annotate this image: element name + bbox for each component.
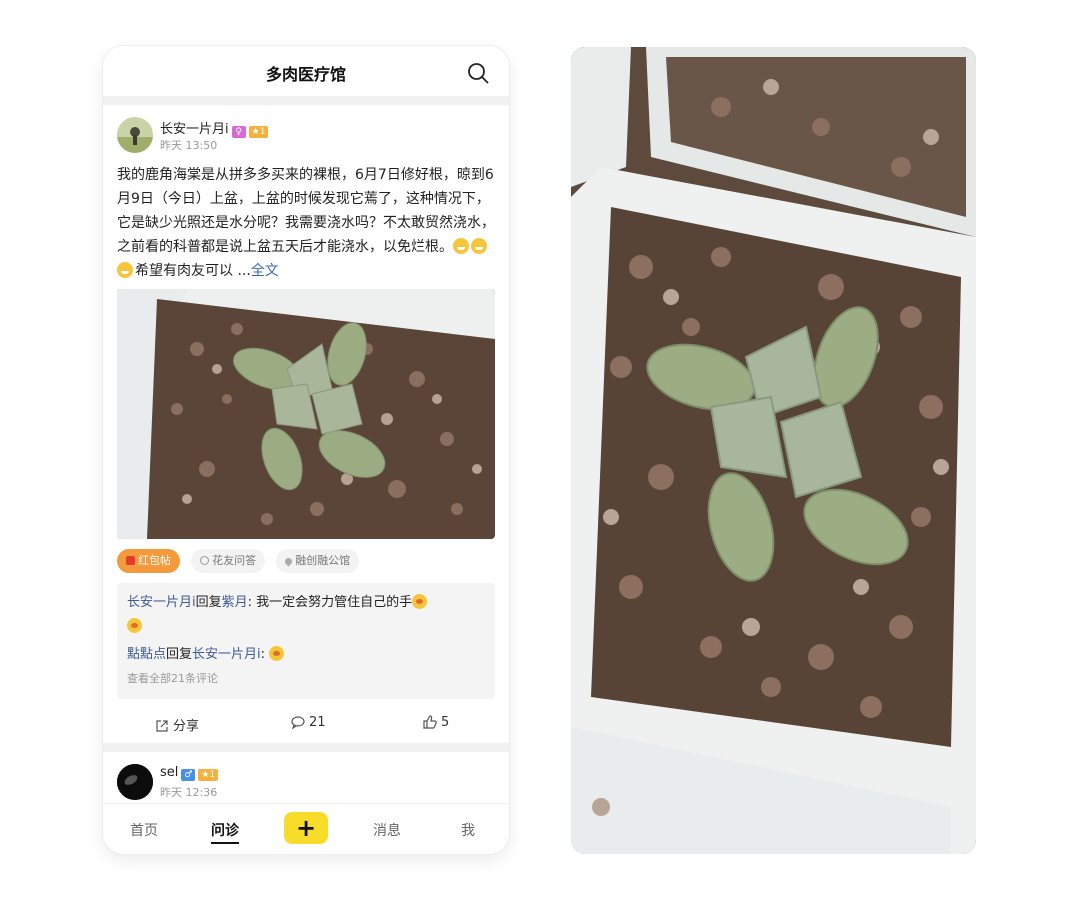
- share-label: 分享: [173, 719, 200, 734]
- tab-messages[interactable]: 消息: [373, 820, 401, 840]
- divider: [103, 96, 509, 105]
- post-button[interactable]: +: [284, 812, 328, 844]
- location-pin-icon: [283, 556, 294, 567]
- top-bar: 多肉医疗馆: [103, 46, 509, 96]
- post-time: 昨天 13:50: [160, 139, 218, 152]
- comment-target[interactable]: 紫月: [222, 595, 248, 610]
- comment-item[interactable]: 长安一片月i回复紫月: 我一定会努力管住自己的手: [127, 591, 485, 639]
- comment-verb: 回复: [195, 595, 222, 610]
- like-count: 5: [441, 715, 450, 730]
- username-text[interactable]: 长安一片月i: [160, 122, 229, 137]
- comment-author[interactable]: 點點点: [127, 647, 166, 662]
- share-button[interactable]: 分享: [155, 715, 199, 734]
- level-badge: ★1: [248, 126, 269, 138]
- username[interactable]: 长安一片月i ♀ ★1: [160, 118, 269, 138]
- tag-qa[interactable]: 花友问答: [191, 549, 266, 573]
- grin-emoji-icon: [117, 262, 133, 278]
- read-more-link[interactable]: 全文: [251, 263, 279, 279]
- share-icon: [156, 720, 168, 732]
- tag-red-packet[interactable]: 红包帖: [117, 549, 180, 573]
- username[interactable]: sel ♂ ★1: [160, 765, 219, 781]
- drool-emoji-icon: [127, 618, 142, 633]
- thumbs-up-icon: [423, 715, 437, 729]
- comment-button[interactable]: 21: [291, 715, 326, 730]
- tag-row: 红包帖 花友问答 融创融公馆: [117, 549, 495, 573]
- tag-location[interactable]: 融创融公馆: [276, 549, 360, 573]
- post-image[interactable]: [117, 289, 495, 539]
- comment-verb: 回复: [166, 647, 193, 662]
- avatar[interactable]: [117, 117, 153, 153]
- like-button[interactable]: 5: [423, 715, 449, 730]
- app-screen: 多肉医疗馆 长安一片月i ♀ ★1 昨天 13:50 我的鹿角海棠是从拼多多买来的裸…: [103, 46, 509, 854]
- post-header: 长安一片月i ♀ ★1 昨天 13:50: [103, 105, 509, 153]
- comment-count: 21: [309, 715, 326, 730]
- comment-icon: [291, 716, 305, 730]
- kiss-emoji-icon: [269, 646, 285, 661]
- grin-emoji-icon: [471, 238, 487, 254]
- gender-badge-icon: ♂: [181, 769, 196, 781]
- comment-item[interactable]: 點點点回复长安一片月i:: [127, 643, 485, 667]
- comment-author[interactable]: 长安一片月i: [127, 595, 196, 610]
- avatar[interactable]: [117, 764, 153, 800]
- divider: [103, 743, 509, 752]
- post-text[interactable]: 我的鹿角海棠是从拼多多买来的裸根，6月7日修好根，晾到6月9日（今日）上盆，上盆…: [117, 163, 495, 283]
- post-actions: 分享 21 5: [103, 703, 509, 743]
- post-body: 我的鹿角海棠是从拼多多买来的裸根，6月7日修好根，晾到6月9日（今日）上盆，上盆…: [117, 167, 495, 255]
- comments-box: 长安一片月i回复紫月: 我一定会努力管住自己的手 點點点回复长安一片月i: 查看…: [117, 583, 495, 699]
- comment-text: :: [260, 647, 266, 662]
- comment-text: : 我一定会努力管住自己的手: [247, 595, 413, 610]
- username-text[interactable]: sel: [160, 765, 178, 780]
- search-icon[interactable]: [467, 62, 489, 84]
- qa-icon: [200, 556, 210, 565]
- gender-badge-icon: ♀: [231, 126, 246, 138]
- drool-emoji-icon: [412, 594, 428, 609]
- view-all-comments-link[interactable]: 查看全部21条评论: [127, 669, 485, 689]
- tag-label: 花友问答: [212, 554, 257, 567]
- post-header: sel ♂ ★1 昨天 12:36: [103, 752, 509, 802]
- red-packet-icon: [126, 556, 135, 565]
- tab-home[interactable]: 首页: [130, 820, 158, 840]
- enlarged-photo[interactable]: [571, 47, 976, 854]
- comment-target[interactable]: 长安一片月i: [192, 647, 261, 662]
- level-badge: ★1: [198, 769, 219, 781]
- bottom-tab-bar: 首页 问诊 + 消息 我: [103, 803, 509, 854]
- tag-label: 红包帖: [138, 554, 171, 567]
- post-body-tail: 希望有肉友可以 ...: [135, 263, 251, 279]
- grin-emoji-icon: [453, 238, 469, 254]
- post-time: 昨天 12:36: [160, 786, 218, 799]
- page-title: 多肉医疗馆: [265, 65, 346, 84]
- tab-consult[interactable]: 问诊: [211, 820, 239, 844]
- tag-label: 融创融公馆: [295, 554, 351, 567]
- tab-me[interactable]: 我: [461, 820, 475, 840]
